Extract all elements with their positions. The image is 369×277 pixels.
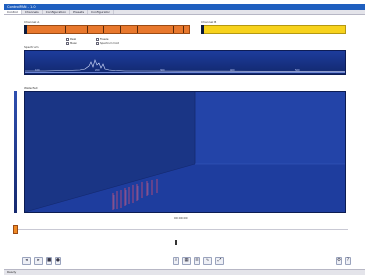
waterfall-level-strip (14, 91, 17, 213)
channel-b-label: Channel B (201, 20, 217, 24)
status-bar: Ready (4, 269, 365, 275)
level-tick (120, 26, 121, 33)
waveform-icon[interactable]: ∿ (203, 256, 212, 265)
tab-configuration[interactable]: Configuration (43, 10, 71, 14)
tab-configurator[interactable]: Configurator (88, 10, 114, 14)
tab-presets[interactable]: Presets (70, 10, 89, 14)
zoom-icon[interactable]: ⌕ (173, 256, 179, 265)
spectrum-tick: 300 (160, 69, 165, 72)
spectrum-tick: 100 (35, 69, 40, 72)
channel-b-cap (201, 25, 204, 34)
spectrum-tick: 500 (295, 69, 300, 72)
level-tick (65, 26, 66, 33)
expand-icon[interactable]: ⤢ (215, 256, 224, 265)
waterfall-display[interactable] (24, 91, 346, 213)
option-mean-label: Mean (70, 42, 78, 45)
tab-control[interactable]: Control (4, 10, 22, 14)
spectrum-tick: 200 (95, 69, 100, 72)
time-label: 00:00:00 (174, 216, 188, 220)
help-icon[interactable]: ? (345, 256, 351, 265)
channel-a-level-bar[interactable] (24, 25, 190, 34)
play-icon[interactable]: ▸ (34, 256, 43, 265)
record-icon[interactable]: ● (55, 256, 61, 265)
stop-icon[interactable]: ■ (46, 256, 52, 265)
option-freeze[interactable]: Freeze (96, 38, 108, 41)
tab-channels[interactable]: Channels (22, 10, 43, 14)
position-indicator (175, 240, 177, 245)
settings-icon[interactable]: ⚙ (336, 256, 342, 265)
spectrum-tick: 400 (230, 69, 235, 72)
level-tick (87, 26, 88, 33)
option-spectrum-hold-label: Spectrum hold (100, 42, 119, 45)
checkbox-icon (96, 42, 99, 45)
option-peak[interactable]: Peak (66, 38, 76, 41)
option-spectrum-hold[interactable]: Spectrum hold (96, 42, 119, 45)
spectrum-axis (25, 72, 345, 73)
timeline-track[interactable] (18, 229, 348, 230)
grid-icon[interactable]: ▦ (182, 256, 191, 265)
spectrum-label: Spectrum (24, 45, 39, 49)
option-mean[interactable]: Mean (66, 42, 77, 45)
level-tick (137, 26, 138, 33)
checkbox-icon (66, 42, 69, 45)
channel-b-level-bar[interactable] (201, 25, 346, 34)
waterfall-label: Waterfall (24, 86, 38, 90)
tab-bar: Control Channels Configuration Presets C… (4, 10, 365, 15)
bottom-toolbar: ◂ ▸ ■ ● ⌕ ▦ ≡ ∿ ⤢ ⚙ ? (22, 255, 354, 266)
list-icon[interactable]: ≡ (194, 256, 200, 265)
level-tick (103, 26, 104, 33)
option-freeze-label: Freeze (100, 38, 109, 41)
timeline-marker[interactable] (13, 225, 18, 234)
option-peak-label: Peak (70, 38, 77, 41)
waterfall-render (25, 92, 345, 212)
spectrum-display[interactable]: 100 200 300 400 500 (24, 50, 346, 75)
level-tick (183, 26, 184, 33)
checkbox-icon (66, 38, 69, 41)
rewind-icon[interactable]: ◂ (22, 256, 31, 265)
channel-a-label: Channel A (24, 20, 40, 24)
checkbox-icon (96, 38, 99, 41)
level-tick (173, 26, 174, 33)
channel-a-cap (24, 25, 27, 34)
